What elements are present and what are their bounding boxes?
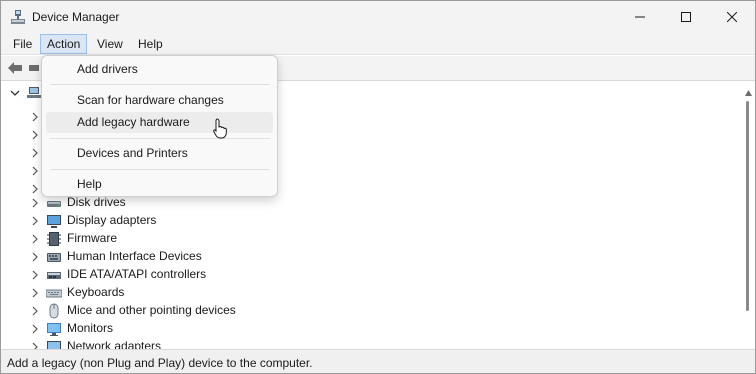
status-text: Add a legacy (non Plug and Play) device … [7, 356, 313, 370]
tree-row-monitors[interactable]: Monitors [1, 320, 731, 338]
maximize-icon [681, 12, 691, 22]
expand-chevron-icon[interactable] [30, 341, 40, 349]
status-bar: Add a legacy (non Plug and Play) device … [1, 349, 755, 373]
minimize-icon [635, 16, 645, 18]
expand-chevron-icon[interactable] [30, 305, 40, 317]
menu-item-devices-and-printers[interactable]: Devices and Printers [46, 143, 273, 164]
tree-row-firmware[interactable]: Firmware [1, 230, 731, 248]
device-manager-app-icon [11, 10, 25, 24]
expand-chevron-icon[interactable] [30, 197, 40, 209]
menu-item-label: Scan for hardware changes [77, 93, 224, 107]
menu-view[interactable]: View [90, 34, 130, 54]
action-menu-dropdown: Add drivers Scan for hardware changes Ad… [41, 55, 278, 197]
minimize-button[interactable] [617, 1, 663, 33]
menu-item-help[interactable]: Help [46, 174, 273, 195]
computer-root-icon[interactable] [27, 87, 41, 99]
firmware-icon [47, 232, 61, 246]
network-adapter-icon [47, 341, 61, 349]
close-button[interactable] [709, 1, 755, 33]
expand-chevron-icon[interactable] [30, 147, 40, 159]
expand-chevron-icon[interactable] [30, 251, 40, 263]
expand-chevron-icon[interactable] [30, 233, 40, 245]
tree-row-label: Network adapters [67, 339, 162, 349]
collapse-chevron-icon[interactable] [10, 89, 20, 97]
menu-file[interactable]: File [6, 34, 39, 54]
menu-separator [50, 138, 270, 139]
back-arrow-icon[interactable] [7, 61, 23, 75]
title-bar: Device Manager [1, 1, 755, 33]
menu-separator [50, 84, 270, 85]
menu-separator [50, 169, 270, 170]
ide-controller-icon [47, 272, 61, 279]
device-manager-window: Device Manager File Action View Help Dis… [0, 0, 756, 374]
expand-chevron-icon[interactable] [30, 287, 40, 299]
expand-chevron-icon[interactable] [30, 129, 40, 141]
menu-item-scan-hardware[interactable]: Scan for hardware changes [46, 90, 273, 111]
tree-row-label: Display adapters [67, 213, 157, 227]
menu-bar: File Action View Help [1, 33, 755, 55]
maximize-button[interactable] [663, 1, 709, 33]
tree-row-label: Human Interface Devices [67, 249, 202, 263]
vertical-scrollbar[interactable] [741, 83, 755, 349]
tree-row-label: IDE ATA/ATAPI controllers [67, 267, 207, 281]
expand-chevron-icon[interactable] [30, 165, 40, 177]
disk-drive-icon [47, 201, 61, 207]
menu-help[interactable]: Help [131, 34, 170, 54]
tree-row-network-adapters[interactable]: Network adapters [1, 338, 731, 349]
menu-item-label: Help [77, 177, 102, 191]
mouse-icon [49, 303, 59, 319]
expand-chevron-icon[interactable] [30, 215, 40, 227]
mouse-pointer-icon [213, 118, 227, 139]
menu-item-label: Devices and Printers [77, 146, 188, 160]
tree-row-display-adapters[interactable]: Display adapters [1, 212, 731, 230]
close-icon [727, 12, 737, 22]
display-adapter-icon [47, 215, 61, 228]
tree-row-ide-controllers[interactable]: IDE ATA/ATAPI controllers [1, 266, 731, 284]
forward-arrow-icon[interactable] [29, 61, 41, 75]
tree-row-label: Disk drives [67, 195, 126, 209]
tree-row-label: Mice and other pointing devices [67, 303, 236, 317]
scrollbar-thumb[interactable] [746, 101, 749, 311]
menu-item-label: Add drivers [77, 62, 138, 76]
tree-row-keyboards[interactable]: Keyboards [1, 284, 731, 302]
menu-item-add-legacy-hardware[interactable]: Add legacy hardware [46, 112, 273, 133]
tree-row-label: Firmware [67, 231, 117, 245]
menu-item-label: Add legacy hardware [77, 115, 190, 129]
scroll-up-arrow-icon[interactable] [744, 89, 753, 97]
tree-row-label: Keyboards [67, 285, 125, 299]
expand-chevron-icon[interactable] [30, 269, 40, 281]
monitor-icon [47, 323, 61, 336]
hid-icon [47, 253, 61, 262]
tree-row-label: Monitors [67, 321, 114, 335]
tree-row-human-interface-devices[interactable]: Human Interface Devices [1, 248, 731, 266]
expand-chevron-icon[interactable] [30, 111, 40, 123]
expand-chevron-icon[interactable] [30, 323, 40, 335]
tree-row-mice[interactable]: Mice and other pointing devices [1, 302, 731, 320]
keyboard-icon [46, 289, 62, 298]
menu-item-add-drivers[interactable]: Add drivers [46, 59, 273, 80]
window-title: Device Manager [32, 10, 120, 24]
menu-action[interactable]: Action [40, 34, 88, 54]
